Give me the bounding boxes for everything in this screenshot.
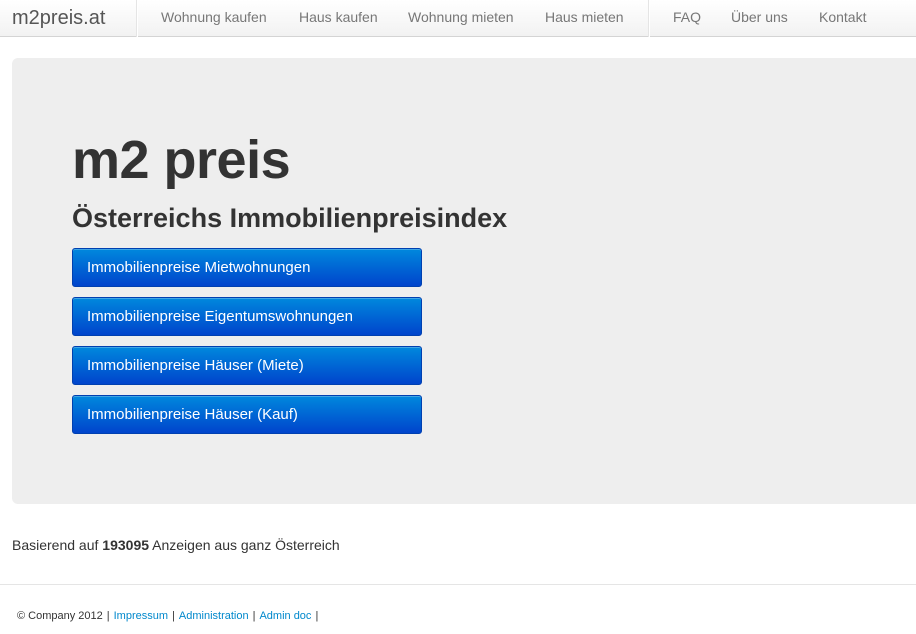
nav-haus-kaufen[interactable]: Haus kaufen bbox=[299, 0, 378, 37]
footer-separator: | bbox=[106, 610, 110, 622]
brand-link[interactable]: m2preis.at bbox=[12, 6, 105, 30]
hero-unit: m2 preis Österreichs Immobilienpreisinde… bbox=[12, 58, 916, 504]
nav-ueber-uns[interactable]: Über uns bbox=[731, 0, 788, 37]
nav-wohnung-kaufen[interactable]: Wohnung kaufen bbox=[161, 0, 267, 37]
stats-suffix: Anzeigen aus ganz Österreich bbox=[152, 537, 340, 553]
nav-divider bbox=[136, 0, 138, 37]
button-haeuser-kauf[interactable]: Immobilienpreise Häuser (Kauf) bbox=[72, 395, 422, 434]
button-mietwohnungen[interactable]: Immobilienpreise Mietwohnungen bbox=[72, 248, 422, 287]
stats-prefix: Basierend auf bbox=[12, 537, 99, 553]
listing-stats: Basierend auf 193095 Anzeigen aus ganz Ö… bbox=[12, 535, 340, 555]
nav-divider bbox=[648, 0, 650, 37]
nav-wohnung-mieten[interactable]: Wohnung mieten bbox=[408, 0, 514, 37]
nav-kontakt[interactable]: Kontakt bbox=[819, 0, 866, 37]
button-eigentumswohnungen[interactable]: Immobilienpreise Eigentumswohnungen bbox=[72, 297, 422, 336]
button-haeuser-miete[interactable]: Immobilienpreise Häuser (Miete) bbox=[72, 346, 422, 385]
footer-link-impressum[interactable]: Impressum bbox=[114, 610, 168, 622]
footer-copyright: © Company 2012 bbox=[17, 610, 103, 622]
nav-faq[interactable]: FAQ bbox=[673, 0, 701, 37]
footer-separator: | bbox=[252, 610, 256, 622]
stats-count: 193095 bbox=[102, 537, 150, 553]
footer-separator: | bbox=[315, 610, 319, 622]
footer-link-administration[interactable]: Administration bbox=[179, 610, 249, 622]
top-navbar: m2preis.at Wohnung kaufen Haus kaufen Wo… bbox=[0, 0, 916, 37]
nav-haus-mieten[interactable]: Haus mieten bbox=[545, 0, 624, 37]
footer-link-admin-doc[interactable]: Admin doc bbox=[259, 610, 311, 622]
footer-divider bbox=[0, 584, 916, 585]
hero-title: m2 preis bbox=[72, 130, 291, 190]
hero-subtitle: Österreichs Immobilienpreisindex bbox=[72, 203, 508, 233]
footer: © Company 2012 | Impressum | Administration |… bbox=[17, 608, 322, 624]
footer-separator: | bbox=[172, 610, 175, 622]
